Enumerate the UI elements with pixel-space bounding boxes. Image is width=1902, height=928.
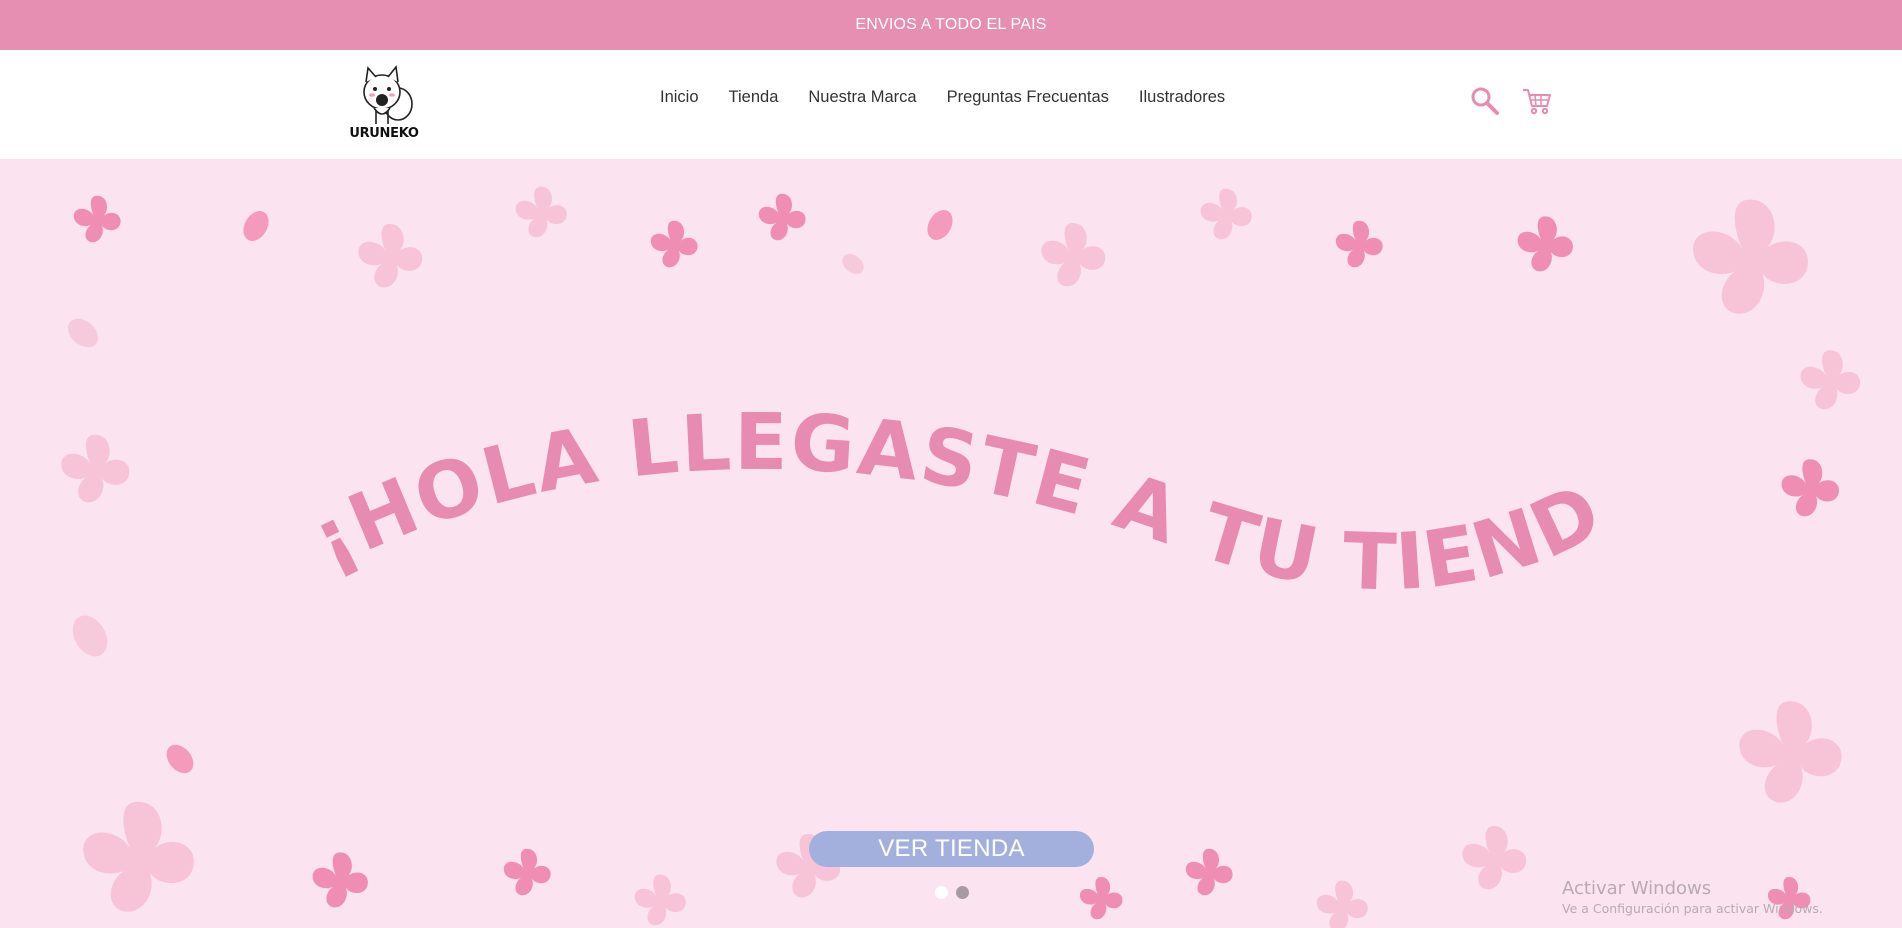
main-nav: Inicio Tienda Nuestra Marca Preguntas Fr… [660,88,1225,107]
slide-dot-1[interactable] [935,886,948,899]
search-icon [1471,87,1499,115]
brand-logo[interactable]: URUNEKO [348,58,420,154]
nav-item-nuestra-marca[interactable]: Nuestra Marca [808,88,916,107]
cart-button[interactable] [1520,84,1554,118]
slide-dot-2[interactable] [956,886,969,899]
site-header: URUNEKO Inicio Tienda Nuestra Marca Preg… [0,50,1902,159]
nav-item-ilustradores[interactable]: Ilustradores [1139,88,1225,107]
watermark-title: Activar Windows [1562,878,1712,899]
ver-tienda-button[interactable]: VER TIENDA [809,831,1094,867]
nav-item-inicio[interactable]: Inicio [660,88,699,107]
cart-icon [1523,89,1551,115]
nav-item-preguntas-frecuentas[interactable]: Preguntas Frecuentas [947,88,1109,107]
watermark-subtitle: Ve a Configuración para activar Windows. [1562,901,1823,916]
hero-banner: ¡HOLA LLEGASTE A TU TIENDA KAWAII! [0,159,1902,928]
svg-text:¡HOLA LLEGASTE A TU TIENDA KAW: ¡HOLA LLEGASTE A TU TIENDA KAWAII! [300,389,1616,609]
slider-pagination [935,886,969,899]
nav-item-tienda[interactable]: Tienda [729,88,779,107]
hero-headline: ¡HOLA LLEGASTE A TU TIENDA KAWAII! [300,389,1616,609]
search-button[interactable] [1468,84,1502,118]
header-actions [1468,84,1554,118]
announcement-text: ENVIOS A TODO EL PAIS [855,16,1047,33]
announcement-bar: ENVIOS A TODO EL PAIS [0,0,1902,50]
brand-name: URUNEKO [349,126,419,141]
hero-headline-text: ¡HOLA LLEGASTE A TU TIENDA KAWAII! [300,389,1614,609]
cat-logo-icon [363,65,413,124]
windows-activation-watermark: Activar Windows Ve a Configuración para … [1562,878,1823,916]
